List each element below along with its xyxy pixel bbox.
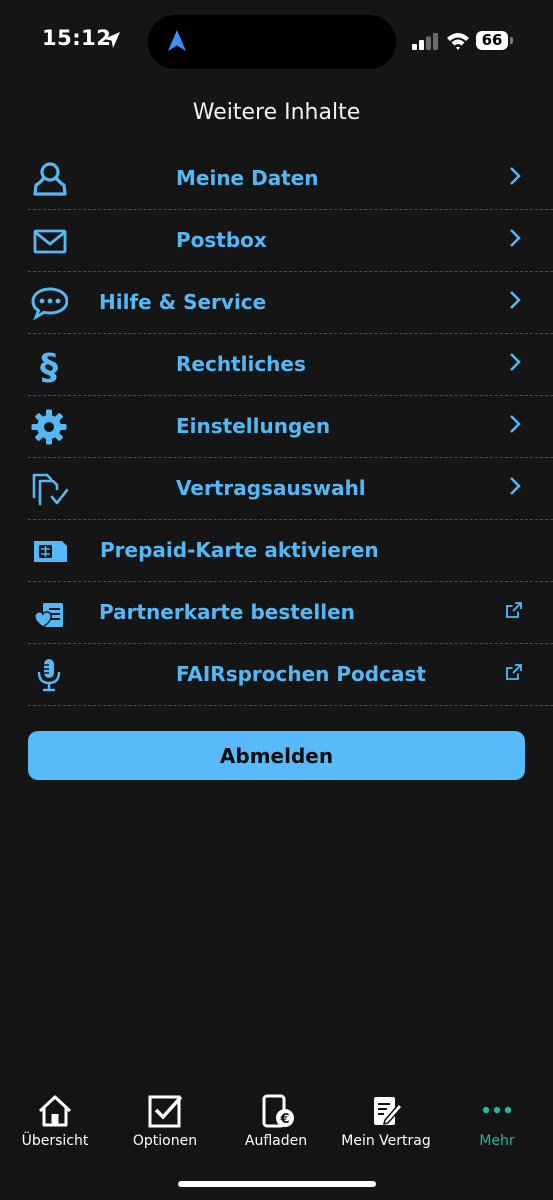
menu-item-label: Vertragsauswahl <box>176 476 366 500</box>
menu-item-label: Partnerkarte bestellen <box>99 600 355 624</box>
chevron-right-icon <box>510 229 521 247</box>
tab-optionen[interactable]: Optionen <box>110 1092 220 1162</box>
phone-euro-icon: € <box>262 1094 294 1128</box>
page-title: Weitere Inhalte <box>192 100 361 125</box>
user-icon <box>30 161 68 197</box>
tab-label: Mehr <box>479 1133 515 1149</box>
menu-item-postbox[interactable]: Postbox <box>28 210 553 272</box>
battery-level: 66 <box>476 31 508 50</box>
chevron-right-icon <box>510 477 521 495</box>
menu-item-label: FAIRsprochen Podcast <box>176 662 426 686</box>
tab-label: Übersicht <box>21 1133 89 1149</box>
sim-card-icon <box>30 533 68 569</box>
home-indicator[interactable] <box>178 1181 376 1187</box>
menu-item-einstellungen[interactable]: Einstellungen <box>28 396 553 458</box>
wifi-icon <box>447 33 469 50</box>
menu-item-hilfe-service[interactable]: Hilfe & Service <box>28 272 553 334</box>
svg-text:€: € <box>279 1112 289 1127</box>
more-dots-icon <box>482 1106 512 1114</box>
svg-text:§: § <box>40 347 58 383</box>
chevron-right-icon <box>510 353 521 371</box>
menu-item-vertragsauswahl[interactable]: Vertragsauswahl <box>28 458 553 520</box>
menu-item-label: Hilfe & Service <box>99 290 267 314</box>
gear-icon <box>30 409 68 445</box>
menu-item-label: Prepaid-Karte aktivieren <box>100 538 379 562</box>
menu-item-label: Einstellungen <box>176 414 331 438</box>
chevron-right-icon <box>510 415 521 433</box>
battery-indicator: 66 <box>476 31 514 51</box>
tab-uebersicht[interactable]: Übersicht <box>0 1092 110 1162</box>
menu-item-rechtliches[interactable]: § Rechtliches <box>28 334 553 396</box>
microphone-icon <box>30 657 68 693</box>
contracts-check-icon <box>30 471 69 507</box>
menu-item-label: Rechtliches <box>176 352 306 376</box>
menu-item-label: Meine Daten <box>176 166 319 190</box>
chevron-right-icon <box>510 291 521 309</box>
status-bar: 15:12 66 <box>0 0 553 84</box>
status-time: 15:12 <box>42 26 112 50</box>
external-link-icon <box>506 664 522 680</box>
tab-mein-vertrag[interactable]: Mein Vertrag <box>331 1092 441 1162</box>
location-arrow-icon <box>104 32 120 48</box>
tab-aufladen[interactable]: € Aufladen <box>221 1092 331 1162</box>
partner-card-icon <box>30 595 68 631</box>
contract-edit-icon <box>374 1097 404 1126</box>
tab-label: Aufladen <box>244 1133 308 1149</box>
menu-item-fairsprochen-podcast[interactable]: FAIRsprochen Podcast <box>28 644 553 706</box>
checkbox-icon <box>148 1095 183 1128</box>
tab-label: Optionen <box>132 1133 198 1149</box>
mail-icon <box>30 223 68 259</box>
chevron-right-icon <box>510 167 521 185</box>
external-link-icon <box>506 602 522 618</box>
logout-button[interactable]: Abmelden <box>28 731 525 780</box>
menu-item-partnerkarte-bestellen[interactable]: Partnerkarte bestellen <box>28 582 553 644</box>
more-menu-list: Meine Daten Postbox Hilfe & Service § Re… <box>28 148 553 706</box>
tab-label: Mein Vertrag <box>341 1133 431 1149</box>
chat-bubble-icon <box>30 285 69 321</box>
paragraph-icon: § <box>30 347 68 388</box>
cellular-signal-icon <box>412 33 438 50</box>
home-icon <box>38 1095 72 1127</box>
menu-item-label: Postbox <box>176 228 267 252</box>
navigation-arrow-icon <box>168 30 186 51</box>
tab-mehr[interactable]: Mehr <box>442 1092 552 1162</box>
menu-item-prepaid-karte-aktivieren[interactable]: Prepaid-Karte aktivieren <box>28 520 553 582</box>
menu-item-meine-daten[interactable]: Meine Daten <box>28 148 553 210</box>
